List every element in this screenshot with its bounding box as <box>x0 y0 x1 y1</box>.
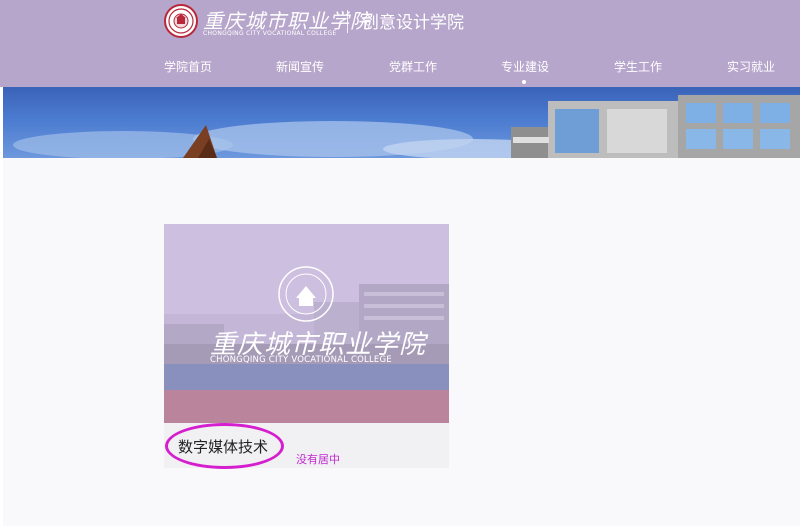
nav-item-majors[interactable]: 专业建设 <box>501 58 549 75</box>
nav-item-home[interactable]: 学院首页 <box>164 58 212 75</box>
school-name[interactable]: 创意设计学院 <box>362 8 464 33</box>
main-nav: 学院首页 新闻宣传 党群工作 专业建设 学生工作 实习就业 <box>0 58 800 80</box>
college-name-en: CHONGQING CITY VOCATIONAL COLLEGE <box>203 30 337 37</box>
annotation-note: 没有居中 <box>296 453 340 466</box>
header-divider <box>347 10 348 33</box>
campus-banner <box>3 87 800 158</box>
nav-item-employment[interactable]: 实习就业 <box>727 58 775 75</box>
active-nav-indicator <box>522 80 526 84</box>
card-thumbnail[interactable]: 重庆城市职业学院 CHONGQING CITY VOCATIONAL COLLE… <box>164 224 449 423</box>
nav-item-party[interactable]: 党群工作 <box>389 58 437 75</box>
annotation-circle <box>165 423 284 469</box>
nav-item-students[interactable]: 学生工作 <box>614 58 662 75</box>
card-image-brand-en: CHONGQING CITY VOCATIONAL COLLEGE <box>210 355 392 365</box>
nav-item-news[interactable]: 新闻宣传 <box>276 58 324 75</box>
college-seal-logo[interactable] <box>164 4 198 38</box>
